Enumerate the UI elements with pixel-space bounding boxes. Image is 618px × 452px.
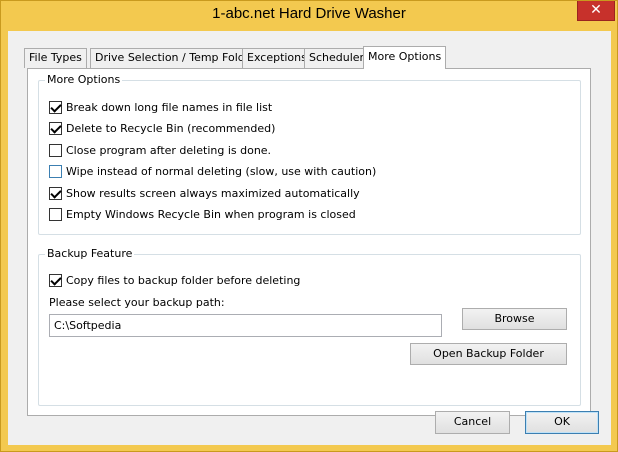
backup-path-label: Please select your backup path:: [49, 296, 225, 309]
checkbox-empty-recycle-bin[interactable]: [49, 207, 62, 221]
option-empty-recycle-bin[interactable]: Empty Windows Recycle Bin when program i…: [49, 206, 356, 222]
close-icon: ✕: [590, 2, 602, 18]
checkbox-wipe-instead[interactable]: [49, 164, 62, 178]
open-backup-folder-button[interactable]: Open Backup Folder: [410, 343, 567, 365]
checkbox-label: Show results screen always maximized aut…: [66, 186, 360, 200]
app-window: 1-abc.net Hard Drive Washer ✕ File Types…: [0, 0, 618, 452]
checkbox-label: Close program after deleting is done.: [66, 143, 272, 157]
option-wipe-instead[interactable]: Wipe instead of normal deleting (slow, u…: [49, 163, 376, 179]
checkbox-label: Copy files to backup folder before delet…: [66, 273, 301, 287]
more-options-group: More Options Break down long file names …: [38, 73, 581, 235]
backup-feature-legend: Backup Feature: [45, 247, 135, 261]
checkbox-label: Delete to Recycle Bin (recommended): [66, 121, 276, 135]
checkbox-label: Break down long file names in file list: [66, 100, 273, 114]
checkbox-copy-to-backup[interactable]: [49, 273, 62, 287]
tab-more-options[interactable]: More Options: [363, 46, 447, 69]
ok-button[interactable]: OK: [525, 411, 599, 434]
option-show-results-maximized[interactable]: Show results screen always maximized aut…: [49, 185, 360, 201]
checkbox-close-after-deleting[interactable]: [49, 143, 62, 157]
checkbox-delete-to-recycle-bin[interactable]: [49, 121, 62, 135]
cancel-button[interactable]: Cancel: [435, 411, 510, 434]
browse-button[interactable]: Browse: [462, 308, 567, 330]
checkbox-label: Empty Windows Recycle Bin when program i…: [66, 207, 356, 221]
option-delete-to-recycle-bin[interactable]: Delete to Recycle Bin (recommended): [49, 120, 275, 136]
option-close-after-deleting[interactable]: Close program after deleting is done.: [49, 142, 271, 158]
tab-exceptions[interactable]: Exceptions: [242, 48, 312, 68]
close-button[interactable]: ✕: [577, 1, 615, 21]
checkbox-label: Wipe instead of normal deleting (slow, u…: [66, 164, 377, 178]
option-copy-to-backup[interactable]: Copy files to backup folder before delet…: [49, 272, 300, 288]
more-options-panel: More Options Break down long file names …: [27, 68, 591, 416]
tab-file-types[interactable]: File Types: [24, 48, 87, 68]
dialog-client-area: File Types Drive Selection / Temp Folder…: [8, 31, 611, 445]
title-bar[interactable]: 1-abc.net Hard Drive Washer ✕: [1, 1, 617, 31]
checkbox-break-long-names[interactable]: [49, 100, 62, 114]
option-break-long-names[interactable]: Break down long file names in file list: [49, 99, 272, 115]
backup-feature-group: Backup Feature Copy files to backup fold…: [38, 247, 581, 406]
checkbox-show-results-maximized[interactable]: [49, 186, 62, 200]
tab-drive-selection[interactable]: Drive Selection / Temp Folder: [90, 48, 262, 68]
tab-scheduler[interactable]: Scheduler: [304, 48, 370, 68]
more-options-legend: More Options: [45, 73, 123, 87]
backup-path-input[interactable]: C:\Softpedia: [49, 314, 442, 337]
window-title: 1-abc.net Hard Drive Washer: [212, 5, 406, 22]
